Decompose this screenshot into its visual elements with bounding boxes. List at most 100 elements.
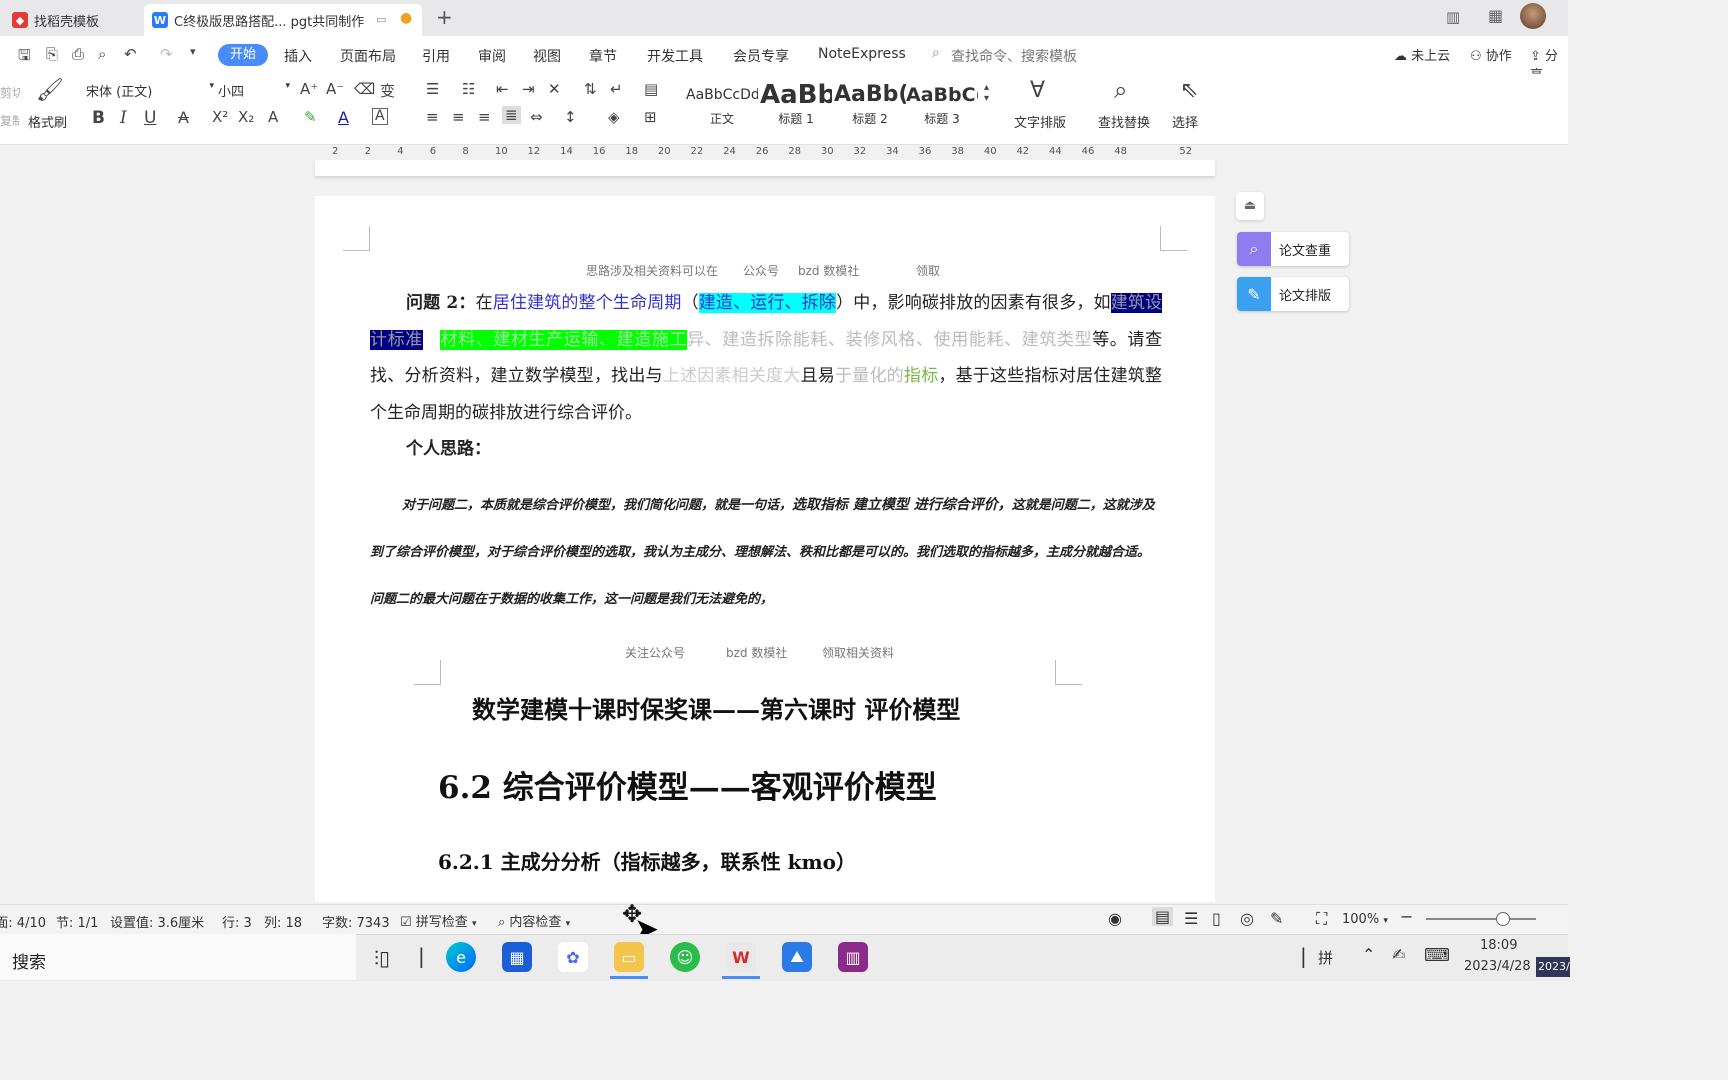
char-border-icon[interactable]: A: [372, 108, 388, 125]
font-family-select[interactable]: 宋体 (正文) ▾: [86, 81, 214, 100]
zoom-slider-track[interactable]: [1426, 918, 1536, 920]
save-icon[interactable]: 🖫: [18, 45, 31, 70]
keyboard-icon[interactable]: ⌨: [1424, 945, 1450, 966]
tab-docer-templates[interactable]: ◆ 找稻壳模板: [4, 4, 134, 36]
command-search-input[interactable]: 查找命令、搜索模板: [951, 46, 1077, 66]
column-number[interactable]: 列: 18: [264, 912, 302, 931]
menu-review[interactable]: 审阅: [478, 46, 506, 66]
align-left-icon[interactable]: ≡: [426, 108, 439, 126]
baidu-netdisk-icon[interactable]: ✿: [558, 942, 588, 972]
style-heading-1[interactable]: AaBb 标题 1: [760, 80, 832, 128]
increase-indent-icon[interactable]: ⇥: [522, 80, 535, 98]
align-right-icon[interactable]: ≡: [478, 108, 491, 126]
menu-member[interactable]: 会员专享: [733, 46, 789, 66]
select-button[interactable]: 选择: [1172, 112, 1198, 131]
style-heading-3[interactable]: AaBbC( 标题 3: [906, 80, 978, 128]
eye-protection-icon[interactable]: ◉: [1108, 909, 1122, 928]
grow-font-icon[interactable]: A⁺: [300, 80, 318, 98]
setting-value[interactable]: 设置值: 3.6厘米: [110, 912, 204, 931]
page-count[interactable]: 页面: 4/10: [0, 912, 46, 931]
clock-time[interactable]: 18:09: [1480, 938, 1517, 953]
outline-view-icon[interactable]: ☰: [1184, 909, 1198, 928]
tab-document[interactable]: W C终极版思路搭配... pgt共同制作 ▭ ●: [144, 4, 422, 36]
collapse-panel-icon[interactable]: ⏏: [1236, 192, 1264, 220]
shrink-font-icon[interactable]: A⁻: [326, 80, 344, 98]
menu-developer[interactable]: 开发工具: [647, 46, 703, 66]
font-color-icon[interactable]: A: [338, 108, 349, 127]
fit-page-icon[interactable]: ⛶: [1316, 909, 1327, 929]
spell-check-button[interactable]: ☑ 拼写检查 ▾: [400, 911, 476, 930]
wps-icon[interactable]: W: [726, 942, 756, 972]
layout-icon[interactable]: ▥: [1446, 8, 1460, 26]
file-explorer-icon[interactable]: ▭: [614, 942, 644, 972]
find-replace-button[interactable]: 查找替换: [1098, 112, 1150, 131]
word-count[interactable]: 字数: 7343: [322, 912, 390, 931]
text-layout-button[interactable]: 文字排版: [1014, 112, 1066, 131]
copy-button[interactable]: 复制: [0, 112, 20, 129]
winrar-icon[interactable]: ▥: [838, 942, 868, 972]
clear-format-icon[interactable]: ⌫: [354, 80, 375, 98]
web-view-icon[interactable]: ◎: [1240, 909, 1254, 928]
wechat-icon[interactable]: ☺: [670, 942, 700, 972]
strikethrough-icon[interactable]: A: [178, 108, 189, 127]
apps-grid-icon[interactable]: ▦: [1488, 6, 1503, 25]
store-icon[interactable]: ▦: [502, 942, 532, 972]
sort-icon[interactable]: ⇅: [584, 80, 597, 98]
undo-icon[interactable]: ↶: [124, 45, 137, 63]
menu-start[interactable]: 开始: [218, 44, 268, 66]
phonetic-icon[interactable]: 变: [380, 80, 395, 101]
ruler[interactable]: 2 2 4 6 8 10 12 14 16 18 20 22 24 26 28 30 32 34 36 38 40 42 4…: [328, 146, 1208, 160]
borders-icon[interactable]: ⊞: [644, 108, 657, 126]
notification-badge[interactable]: 2023/: [1536, 957, 1570, 977]
shading-icon[interactable]: ◈: [608, 108, 620, 126]
chinese-layout-icon[interactable]: ✕: [548, 80, 561, 98]
zoom-level[interactable]: 100% ▾: [1342, 912, 1388, 927]
ime-indicator[interactable]: 拼: [1318, 947, 1333, 968]
menu-view[interactable]: 视图: [533, 46, 561, 66]
write-view-icon[interactable]: ✎: [1270, 909, 1283, 928]
highlight-icon[interactable]: ✎: [304, 108, 317, 126]
bullet-list-icon[interactable]: ☰: [426, 80, 439, 98]
format-painter-button[interactable]: 格式刷: [28, 112, 67, 131]
taskbar-search-input[interactable]: 搜索: [12, 948, 46, 973]
zoom-out-icon[interactable]: −: [1400, 907, 1413, 926]
style-heading-2[interactable]: AaBb( 标题 2: [834, 80, 906, 128]
avatar[interactable]: [1520, 3, 1546, 29]
task-view-icon[interactable]: ⫶▯: [374, 946, 390, 970]
numbered-list-icon[interactable]: ☷: [462, 80, 475, 98]
print-icon[interactable]: ⎙: [72, 45, 84, 63]
edge-icon[interactable]: e: [446, 942, 476, 972]
show-marks-icon[interactable]: ↵: [610, 80, 623, 98]
reading-view-icon[interactable]: ▯: [1212, 909, 1221, 928]
decrease-indent-icon[interactable]: ⇤: [496, 80, 509, 98]
redo-icon[interactable]: ↷: [160, 45, 173, 63]
pen-icon[interactable]: ✍: [1392, 945, 1405, 964]
export-icon[interactable]: ⎘: [46, 45, 58, 63]
cut-button[interactable]: 剪切: [0, 84, 20, 101]
chevron-down-icon[interactable]: ▾: [190, 45, 196, 58]
section-count[interactable]: 节: 1/1: [56, 912, 98, 931]
menu-page-layout[interactable]: 页面布局: [340, 46, 396, 66]
text-effect-icon[interactable]: A: [268, 108, 278, 126]
content-check-button[interactable]: ⌕ 内容检查 ▾: [498, 911, 570, 930]
problem-paragraph[interactable]: 问题 2：在居住建筑的整个生命周期（建造、运行、拆除）中，影响碳排放的因素有很多…: [370, 285, 1163, 431]
superscript-icon[interactable]: X²: [212, 108, 228, 126]
distribute-icon[interactable]: ⇔: [530, 108, 543, 126]
styles-scroll-icon[interactable]: ▴ ▾: [984, 82, 989, 104]
bold-icon[interactable]: B: [92, 108, 105, 128]
line-spacing-icon[interactable]: ↕: [564, 108, 577, 126]
page-view-icon[interactable]: ▤: [1152, 907, 1174, 926]
paper-layout-button[interactable]: ✎ 论文排版: [1237, 277, 1349, 311]
menu-references[interactable]: 引用: [422, 46, 450, 66]
style-normal[interactable]: AaBbCcDd 正文: [686, 80, 758, 128]
subscript-icon[interactable]: X₂: [238, 108, 254, 126]
taskbar-search[interactable]: [0, 934, 356, 980]
clock-date[interactable]: 2023/4/28: [1464, 959, 1531, 974]
zoom-slider-handle[interactable]: [1496, 912, 1510, 926]
cloud-status[interactable]: ☁ 未上云: [1394, 45, 1450, 64]
menu-noteexpress[interactable]: NoteExpress: [818, 46, 906, 62]
justify-icon[interactable]: ≣: [502, 106, 521, 124]
underline-icon[interactable]: U: [144, 108, 156, 128]
align-center-icon[interactable]: ≡: [452, 108, 465, 126]
paper-check-button[interactable]: ⌕ 论文查重: [1237, 232, 1349, 266]
